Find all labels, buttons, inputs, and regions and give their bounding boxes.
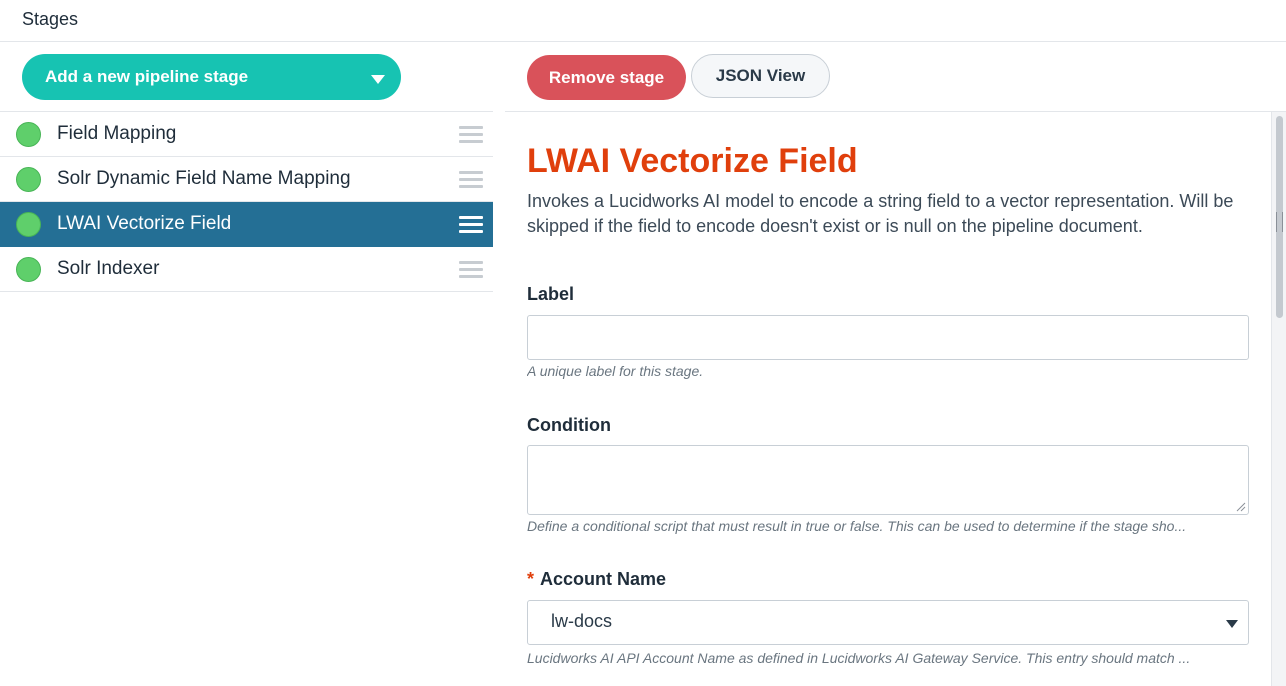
stage-config-content: LWAI Vectorize Field Invokes a Lucidwork… (505, 112, 1271, 686)
account-name-select-value: lw-docs (551, 611, 613, 631)
add-pipeline-stage-button[interactable]: Add a new pipeline stage (22, 54, 401, 100)
status-dot-icon (16, 257, 41, 282)
account-name-help-text: Lucidworks AI API Account Name as define… (527, 650, 1191, 666)
json-view-button[interactable]: JSON View (691, 54, 830, 98)
stage-item-solr-indexer[interactable]: Solr Indexer (0, 247, 493, 292)
stage-config-panel: LWAI Vectorize Field Invokes a Lucidwork… (505, 112, 1286, 686)
account-name-field-label: * Account Name (527, 569, 666, 590)
condition-field-label: Condition (527, 415, 611, 435)
status-dot-icon (16, 122, 41, 147)
label-field-label: Label (527, 284, 575, 304)
stage-list: Field Mapping Solr Dynamic Field Name Ma… (0, 111, 493, 292)
caret-down-icon (371, 75, 385, 84)
drag-handle-icon[interactable] (459, 171, 483, 188)
add-pipeline-stage-label: Add a new pipeline stage (45, 67, 249, 86)
status-dot-icon (16, 212, 41, 237)
resize-handle-icon[interactable] (1236, 502, 1246, 512)
drag-handle-icon[interactable] (459, 216, 483, 233)
drag-handle-icon[interactable] (459, 261, 483, 278)
drag-handle-icon[interactable] (459, 126, 483, 143)
status-dot-icon (16, 167, 41, 192)
condition-textarea[interactable] (527, 445, 1249, 515)
page-header: Stages (0, 0, 1286, 42)
page-title: Stages (22, 9, 79, 29)
caret-down-icon (1226, 620, 1238, 628)
stage-item-field-mapping[interactable]: Field Mapping (0, 112, 493, 157)
label-help-text: A unique label for this stage. (527, 363, 704, 379)
scrollbar-grip-icon (1276, 212, 1283, 232)
stage-title: LWAI Vectorize Field (527, 142, 858, 180)
account-name-select[interactable]: lw-docs (527, 600, 1249, 645)
stage-item-label: Solr Dynamic Field Name Mapping (57, 168, 351, 189)
stages-sidebar: Add a new pipeline stage Field Mapping S… (0, 42, 494, 686)
vertical-scrollbar[interactable] (1271, 112, 1286, 686)
label-input[interactable] (527, 315, 1249, 360)
stage-item-lwai-vectorize-field[interactable]: LWAI Vectorize Field (0, 202, 493, 247)
required-marker: * (527, 569, 535, 589)
stage-item-label: LWAI Vectorize Field (57, 213, 232, 234)
stage-description: Invokes a Lucidworks AI model to encode … (527, 191, 1234, 236)
account-name-label-text: Account Name (540, 569, 667, 589)
stage-toolbar: Remove stage JSON View (505, 42, 1286, 112)
condition-help-text: Define a conditional script that must re… (527, 518, 1187, 534)
stage-item-label: Field Mapping (57, 123, 177, 144)
stage-item-solr-dynamic-field-name-mapping[interactable]: Solr Dynamic Field Name Mapping (0, 157, 493, 202)
remove-stage-button[interactable]: Remove stage (527, 55, 686, 100)
stage-item-label: Solr Indexer (57, 258, 160, 279)
